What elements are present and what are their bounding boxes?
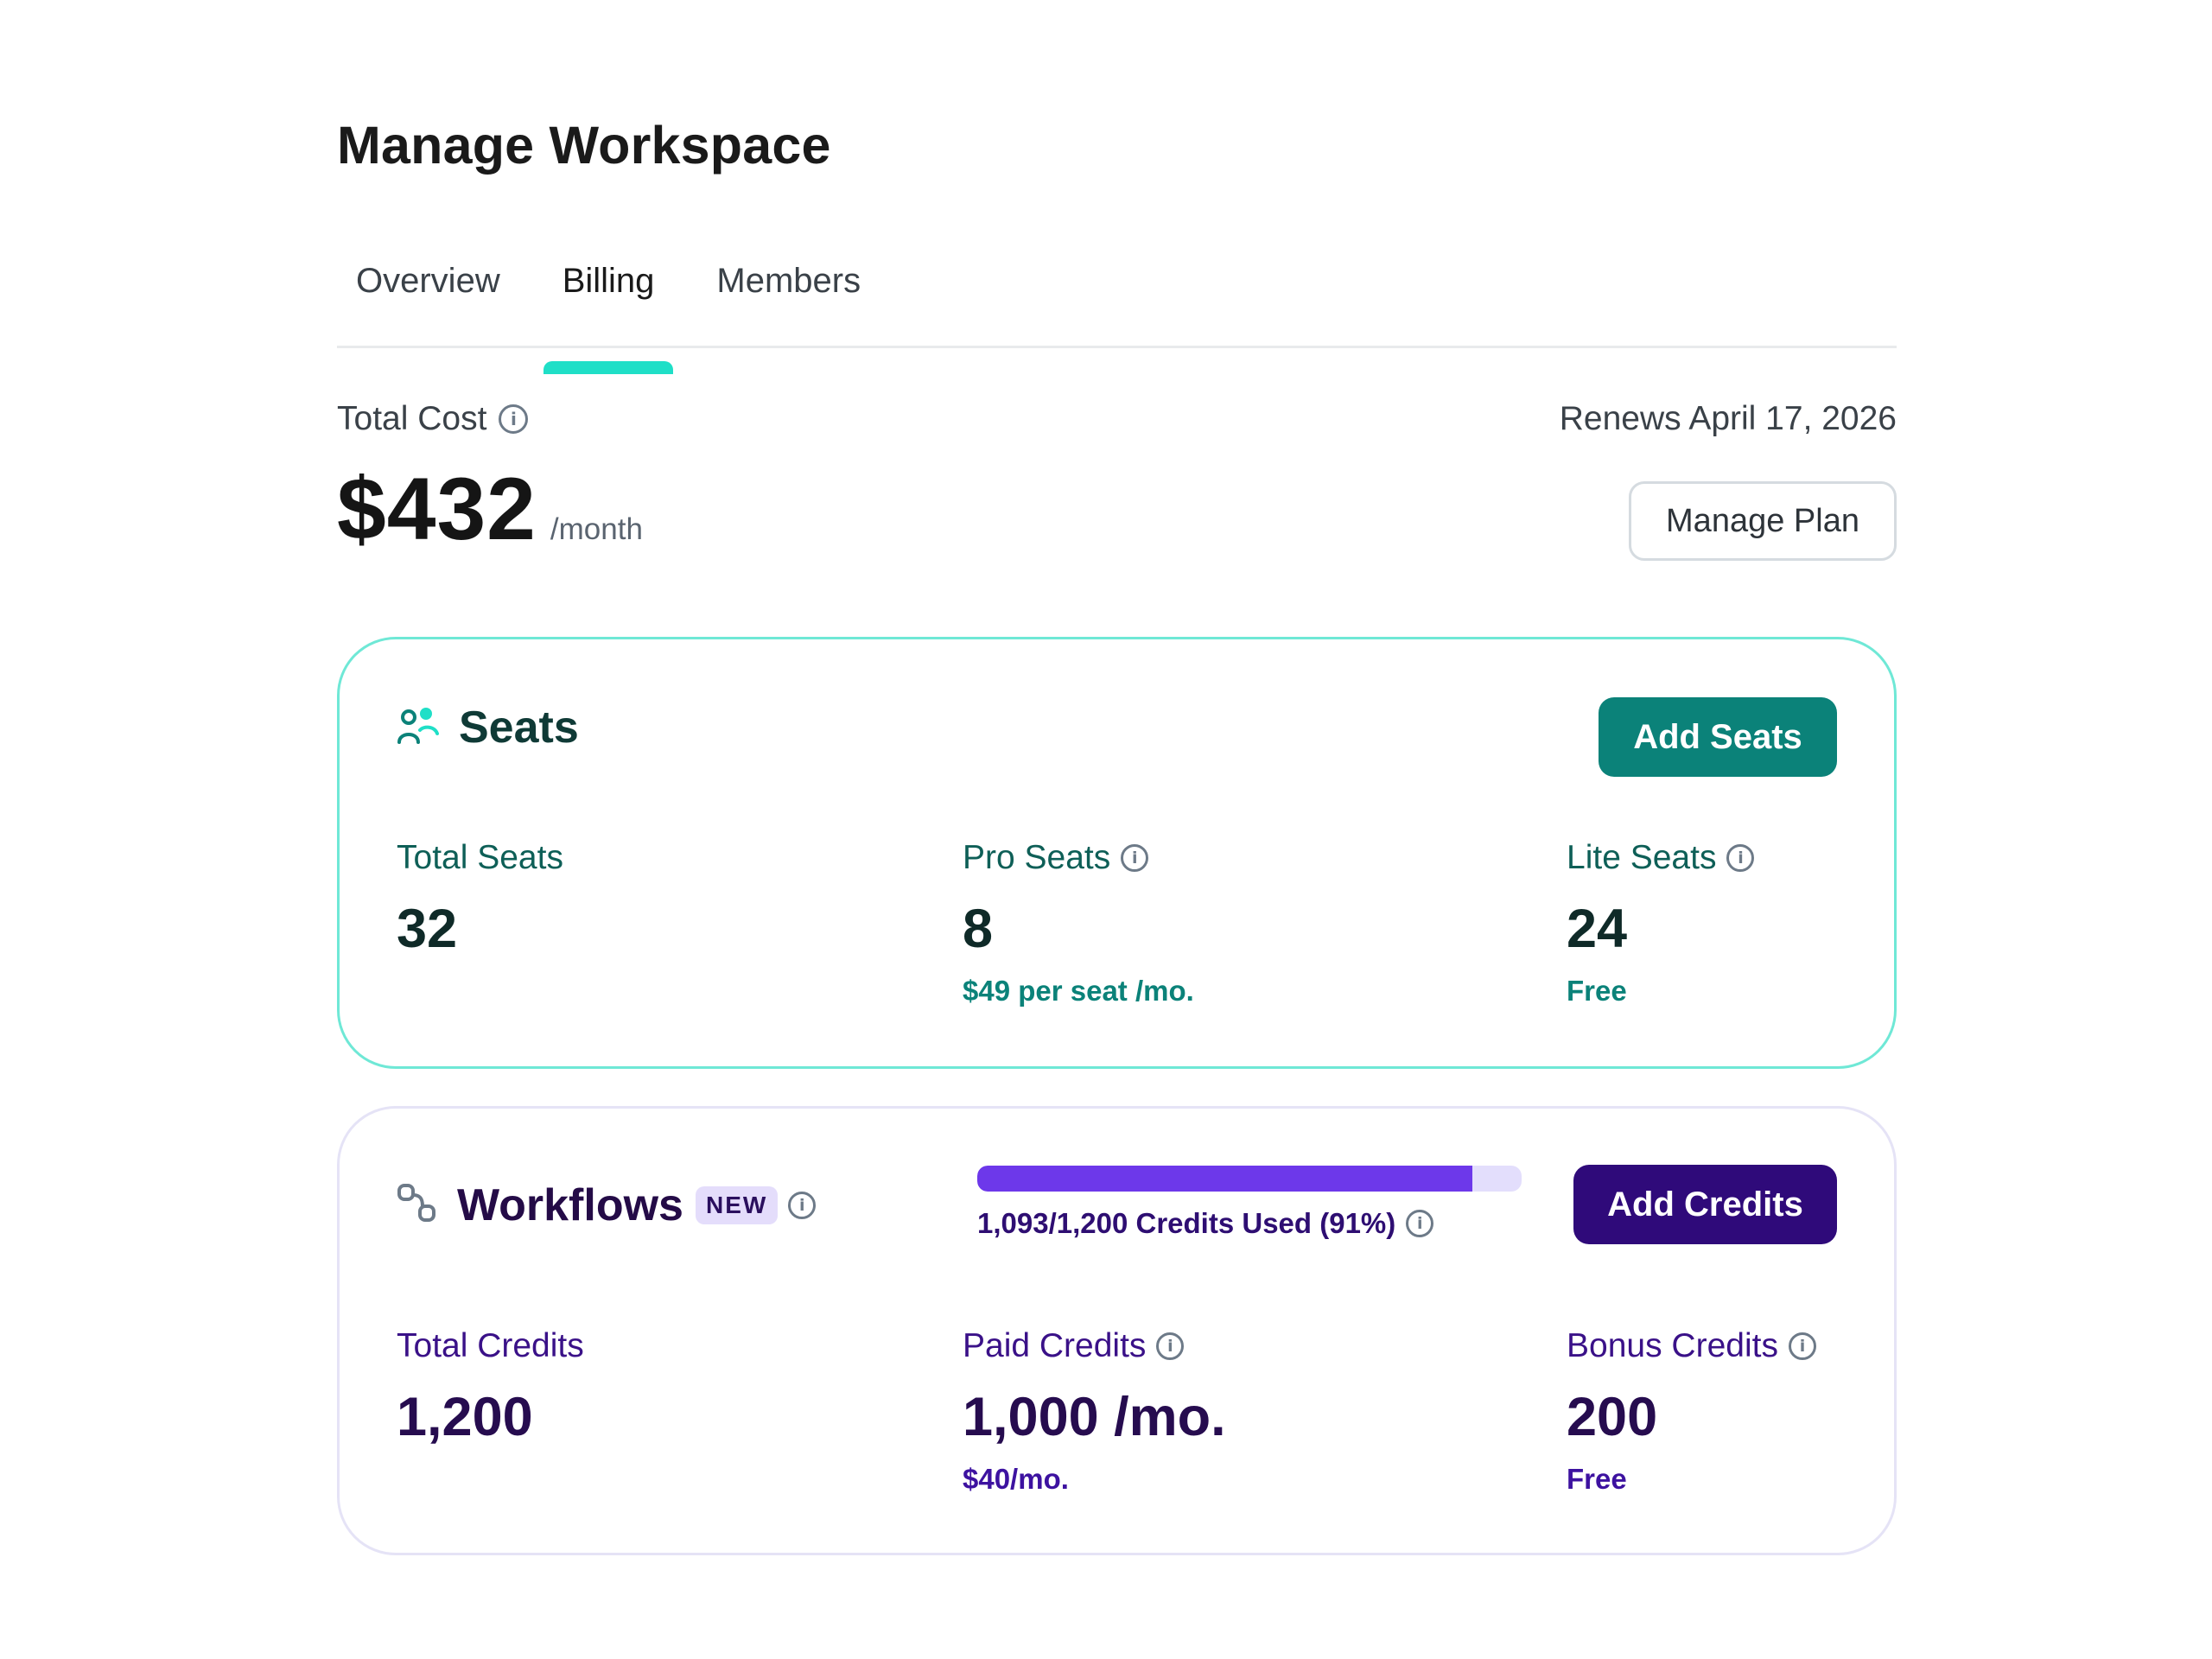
stat-label: Paid Credits [963, 1327, 1147, 1364]
workflow-icon [397, 1183, 438, 1229]
credits-progress-bar [977, 1166, 1522, 1192]
total-credits-stat: Total Credits 1,200 [397, 1325, 584, 1447]
credits-progress-fill [977, 1166, 1473, 1192]
info-icon[interactable]: i [1726, 844, 1755, 872]
add-credits-button[interactable]: Add Credits [1573, 1165, 1837, 1244]
stat-label: Bonus Credits [1567, 1327, 1778, 1364]
users-icon [397, 706, 440, 750]
stat-label: Lite Seats [1567, 839, 1717, 876]
stat-value: 8 [963, 899, 994, 959]
stat-value: 32 [397, 899, 458, 959]
info-icon[interactable]: i [1406, 1210, 1434, 1237]
credits-usage: 1,093/1,200 Credits Used (91%) i [977, 1166, 1522, 1240]
stat-value: 1,200 [397, 1387, 533, 1447]
seats-header: Seats [397, 702, 579, 753]
stat-value: 24 [1567, 899, 1628, 959]
workflows-card: Workflows NEW i 1,093/1,200 Credits Used… [337, 1106, 1897, 1555]
lite-seats-stat: Lite Seats i 24 Free [1567, 836, 1755, 1007]
new-badge: NEW [695, 1186, 779, 1224]
stat-subtext: $40/mo. [963, 1463, 1069, 1495]
stat-value: 1,000 /mo. [963, 1387, 1226, 1447]
stat-label: Total Credits [397, 1327, 584, 1364]
info-icon[interactable]: i [1121, 844, 1149, 872]
workflows-header: Workflows NEW i [397, 1179, 817, 1231]
stat-label: Pro Seats [963, 839, 1111, 876]
total-seats-stat: Total Seats 32 [397, 836, 563, 959]
stat-subtext: Free [1567, 975, 1627, 1007]
add-seats-button[interactable]: Add Seats [1599, 697, 1837, 777]
info-icon[interactable]: i [788, 1192, 817, 1219]
seats-title: Seats [459, 702, 579, 753]
stat-label: Total Seats [397, 839, 563, 876]
manage-plan-button[interactable]: Manage Plan [1629, 481, 1897, 561]
paid-credits-stat: Paid Credits i 1,000 /mo. $40/mo. [963, 1325, 1226, 1496]
stat-subtext: $49 per seat /mo. [963, 975, 1194, 1007]
content-column: Manage Plan Seats Add Seats Total Seats … [337, 0, 1897, 1659]
info-icon[interactable]: i [1788, 1332, 1816, 1360]
bonus-credits-stat: Bonus Credits i 200 Free [1567, 1325, 1816, 1496]
info-icon[interactable]: i [1156, 1332, 1185, 1360]
stat-value: 200 [1567, 1387, 1658, 1447]
stat-subtext: Free [1567, 1463, 1627, 1495]
workflows-title: Workflows [457, 1180, 683, 1230]
credits-usage-label: 1,093/1,200 Credits Used (91%) [977, 1207, 1396, 1239]
seats-card: Seats Add Seats Total Seats 32 Pro Seats… [337, 637, 1897, 1069]
pro-seats-stat: Pro Seats i 8 $49 per seat /mo. [963, 836, 1194, 1007]
